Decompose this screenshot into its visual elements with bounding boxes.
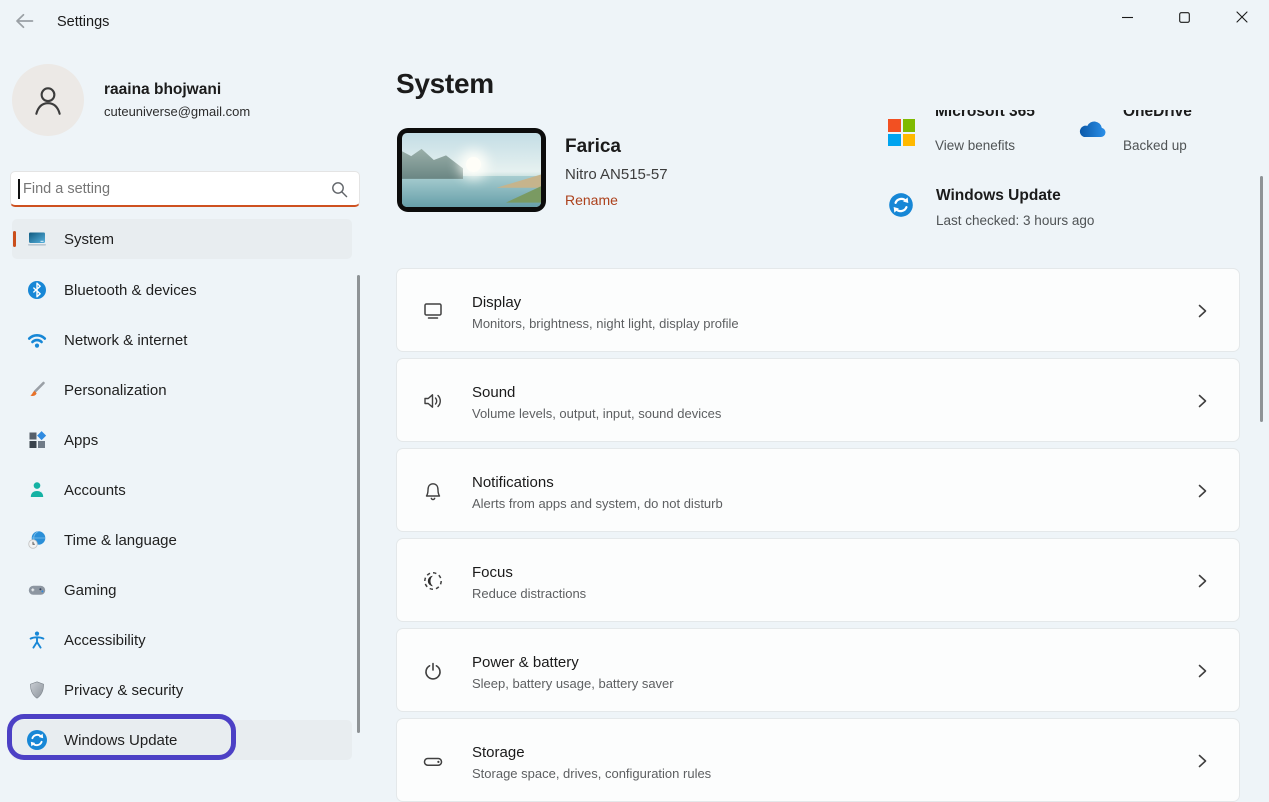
card-subtitle: Volume levels, output, input, sound devi…: [472, 406, 721, 421]
search-box[interactable]: [10, 171, 360, 207]
minimize-icon: [1122, 12, 1133, 23]
sidebar-scrollbar-thumb[interactable]: [357, 275, 360, 733]
microsoft365-title[interactable]: Microsoft 365: [935, 110, 1035, 121]
close-icon: [1236, 11, 1248, 23]
card-subtitle: Alerts from apps and system, do not dist…: [472, 496, 723, 511]
user-email: cuteuniverse@gmail.com: [104, 104, 250, 119]
windows-update-status-title[interactable]: Windows Update: [936, 187, 1061, 205]
text-caret: [18, 179, 20, 199]
sidebar-item-label: Bluetooth & devices: [64, 282, 197, 299]
focus-icon: [421, 569, 445, 598]
card-power-battery[interactable]: Power & battery Sleep, battery usage, ba…: [396, 628, 1240, 712]
selection-indicator: [13, 231, 16, 247]
app-title: Settings: [57, 14, 109, 30]
display-icon: [421, 299, 445, 328]
bluetooth-icon: [26, 279, 48, 301]
sound-icon: [421, 389, 445, 418]
sidebar-item-label: Gaming: [64, 582, 117, 599]
chevron-right-icon: [1193, 482, 1211, 505]
sidebar-item-personalization[interactable]: Personalization: [12, 370, 352, 410]
card-title: Focus: [472, 564, 513, 581]
onedrive-icon: [1076, 118, 1108, 145]
notifications-icon: [421, 479, 445, 508]
card-display[interactable]: Display Monitors, brightness, night ligh…: [396, 268, 1240, 352]
privacy-security-icon: [26, 679, 48, 701]
chevron-right-icon: [1193, 572, 1211, 595]
chevron-right-icon: [1193, 392, 1211, 415]
settings-window: { "titlebar": { "title": "Settings" }, "…: [0, 0, 1269, 772]
sidebar-item-label: Time & language: [64, 532, 177, 549]
card-subtitle: Sleep, battery usage, battery saver: [472, 676, 674, 691]
status-area: Microsoft 365 View benefits OneDrive Bac…: [880, 110, 1220, 238]
sidebar-item-label: Accounts: [64, 482, 126, 499]
card-storage[interactable]: Storage Storage space, drives, configura…: [396, 718, 1240, 802]
accounts-icon: [26, 479, 48, 501]
windows-update-status-subtitle[interactable]: Last checked: 3 hours ago: [936, 213, 1094, 228]
personalization-icon: [26, 379, 48, 401]
card-subtitle: Monitors, brightness, night light, displ…: [472, 316, 739, 331]
card-subtitle: Reduce distractions: [472, 586, 586, 601]
gaming-icon: [26, 579, 48, 601]
device-thumbnail: [397, 128, 546, 212]
chevron-right-icon: [1193, 662, 1211, 685]
sidebar-item-apps[interactable]: Apps: [12, 420, 352, 460]
windows-update-icon: [26, 729, 48, 751]
card-sound[interactable]: Sound Volume levels, output, input, soun…: [396, 358, 1240, 442]
search-input[interactable]: [23, 174, 313, 203]
sidebar-item-label: System: [64, 231, 114, 248]
minimize-button[interactable]: [1110, 4, 1144, 30]
close-button[interactable]: [1225, 4, 1259, 30]
storage-icon: [421, 749, 445, 778]
sidebar-item-accounts[interactable]: Accounts: [12, 470, 352, 510]
sidebar-item-label: Network & internet: [64, 332, 187, 349]
card-subtitle: Storage space, drives, configuration rul…: [472, 766, 711, 781]
main-scrollbar-thumb[interactable]: [1260, 176, 1263, 422]
apps-icon: [26, 429, 48, 451]
sidebar-item-label: Windows Update: [64, 732, 177, 749]
maximize-icon: [1179, 12, 1190, 23]
card-notifications[interactable]: Notifications Alerts from apps and syste…: [396, 448, 1240, 532]
user-name: raaina bhojwani: [104, 81, 221, 99]
sidebar-item-label: Accessibility: [64, 632, 146, 649]
onedrive-title[interactable]: OneDrive: [1123, 110, 1192, 121]
device-wallpaper: [402, 133, 541, 207]
microsoft-logo-icon: [888, 119, 915, 146]
sidebar-item-windows-update[interactable]: Windows Update: [12, 720, 352, 760]
card-title: Storage: [472, 744, 525, 761]
sidebar-item-bluetooth-devices[interactable]: Bluetooth & devices: [12, 270, 352, 310]
page-title: System: [396, 68, 494, 100]
sidebar-item-label: Privacy & security: [64, 682, 183, 699]
system-icon: [26, 228, 48, 250]
card-title: Display: [472, 294, 521, 311]
avatar: [12, 64, 84, 136]
device-name: Farica: [565, 136, 621, 158]
search-icon: [331, 181, 348, 203]
card-title: Notifications: [472, 474, 554, 491]
rename-link[interactable]: Rename: [565, 192, 618, 208]
back-button[interactable]: [13, 13, 35, 31]
sidebar-item-network-internet[interactable]: Network & internet: [12, 320, 352, 360]
power-battery-icon: [421, 659, 445, 688]
onedrive-subtitle[interactable]: Backed up: [1123, 138, 1187, 153]
person-icon: [30, 82, 66, 118]
network-icon: [26, 329, 48, 351]
sidebar-item-system[interactable]: System: [12, 219, 352, 259]
windows-update-status-icon: [888, 192, 914, 223]
device-model: Nitro AN515-57: [565, 166, 668, 183]
time-language-icon: [26, 529, 48, 551]
sidebar-item-time-language[interactable]: Time & language: [12, 520, 352, 560]
card-title: Sound: [472, 384, 515, 401]
sidebar-item-label: Apps: [64, 432, 98, 449]
microsoft365-subtitle[interactable]: View benefits: [935, 138, 1015, 153]
sidebar-item-label: Personalization: [64, 382, 167, 399]
card-title: Power & battery: [472, 654, 579, 671]
accessibility-icon: [26, 629, 48, 651]
sidebar-item-privacy-security[interactable]: Privacy & security: [12, 670, 352, 710]
card-focus[interactable]: Focus Reduce distractions: [396, 538, 1240, 622]
chevron-right-icon: [1193, 302, 1211, 325]
sidebar-item-gaming[interactable]: Gaming: [12, 570, 352, 610]
sidebar-item-accessibility[interactable]: Accessibility: [12, 620, 352, 660]
maximize-button[interactable]: [1167, 4, 1201, 30]
